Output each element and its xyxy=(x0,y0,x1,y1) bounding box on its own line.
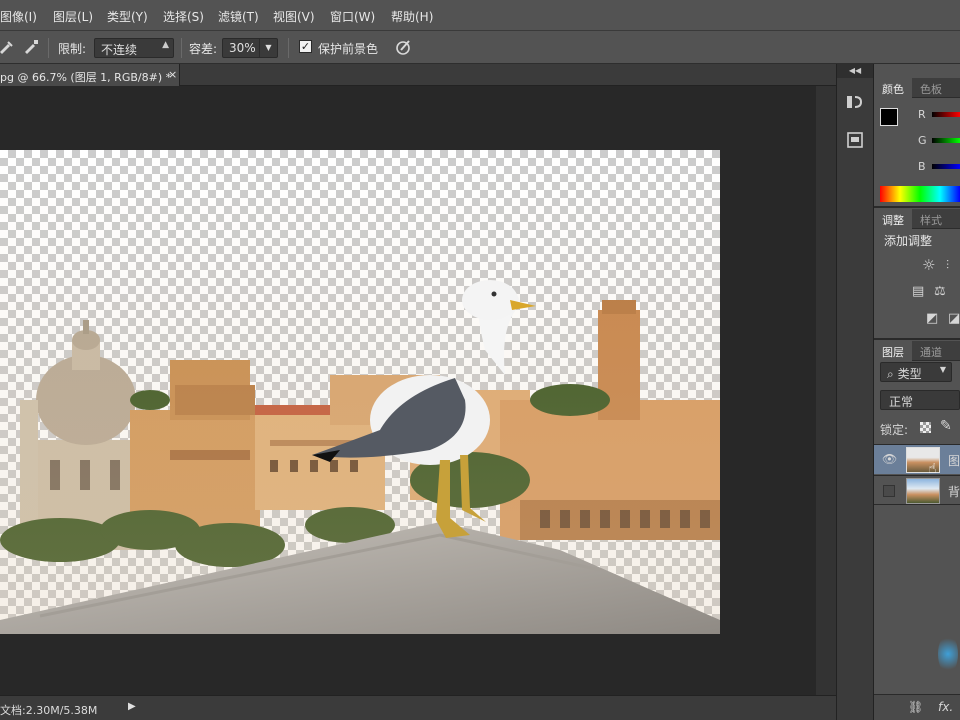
tab-channels[interactable]: 通道 xyxy=(920,344,942,360)
panel-divider xyxy=(874,338,960,340)
layers-bottom-bar: ⛓ fx. xyxy=(874,694,960,720)
properties-icon[interactable] xyxy=(845,130,865,150)
document-area: pg @ 66.7% (图层 1, RGB/8#) * × 文档:2.30M/5… xyxy=(0,64,836,720)
link-layers-icon[interactable]: ⛓ xyxy=(908,700,923,714)
add-adjustment-title: 添加调整 xyxy=(884,234,933,248)
image-canvas[interactable] xyxy=(0,150,720,634)
options-bar: 限制: 不连续 ▲ 容差: 30% ▼ ✓ 保护前景色 xyxy=(0,31,960,64)
layer-filter-value: 类型 xyxy=(897,367,922,381)
photo-filter-icon[interactable]: ◩ xyxy=(926,311,938,326)
vertical-scrollbar[interactable] xyxy=(816,86,836,695)
protect-foreground-checkbox[interactable]: ✓ xyxy=(299,40,312,53)
protect-foreground-label: 保护前景色 xyxy=(318,42,379,56)
menu-view[interactable]: 视图(V) xyxy=(273,8,315,25)
layer-name[interactable]: 图 xyxy=(948,452,960,469)
color-spectrum-ramp[interactable] xyxy=(880,186,960,202)
menu-type[interactable]: 类型(Y) xyxy=(107,8,148,25)
layers-panel-tabs: 图层 通道 xyxy=(874,341,960,361)
sampling-continuous-icon[interactable] xyxy=(0,37,16,57)
layer-row[interactable]: 背 xyxy=(874,475,960,505)
close-icon[interactable]: × xyxy=(168,68,177,81)
slider-b[interactable] xyxy=(932,164,960,169)
tab-swatches[interactable]: 色板 xyxy=(920,81,942,97)
channel-b-label: B xyxy=(918,160,926,173)
layer-thumbnail xyxy=(906,478,940,504)
gradient-map-icon[interactable]: ◪ xyxy=(948,311,960,326)
tab-adjustments[interactable]: 调整 xyxy=(882,212,904,228)
slider-r[interactable] xyxy=(932,112,960,117)
search-icon: ⌕ xyxy=(887,367,894,381)
lock-transparency-icon[interactable] xyxy=(920,422,931,433)
fx-button[interactable]: fx. xyxy=(938,700,953,714)
eye-icon[interactable]: 👁 xyxy=(882,452,897,466)
limit-value: 不连续 xyxy=(101,43,138,57)
menu-window[interactable]: 窗口(W) xyxy=(330,8,375,25)
document-tab-bar: pg @ 66.7% (图层 1, RGB/8#) * × xyxy=(0,64,836,86)
layer-filter-dropdown[interactable]: ⌕ 类型 ▼ xyxy=(880,362,952,382)
hue-saturation-icon[interactable]: ▤ xyxy=(912,284,924,299)
tolerance-value: 30% xyxy=(229,41,256,55)
channel-r-label: R xyxy=(918,108,926,121)
adjust-panel-tabs: 调整 样式 xyxy=(874,209,960,229)
document-size-status: 文档:2.30M/5.38M xyxy=(0,704,98,717)
channel-g-label: G xyxy=(918,134,927,147)
photo-illustration xyxy=(0,150,720,634)
tab-color[interactable]: 颜色 xyxy=(882,81,904,97)
toolbar-separator xyxy=(181,38,182,58)
status-bar: 文档:2.30M/5.38M ▶ xyxy=(0,695,836,720)
sampling-once-icon[interactable] xyxy=(21,37,41,57)
tablet-pressure-icon[interactable] xyxy=(394,37,414,57)
tab-layers[interactable]: 图层 xyxy=(882,344,904,360)
document-tab-title: pg @ 66.7% (图层 1, RGB/8#) * xyxy=(0,71,172,84)
brightness-icon[interactable]: ☼ xyxy=(922,256,935,274)
menu-select[interactable]: 选择(S) xyxy=(163,8,204,25)
document-tab[interactable]: pg @ 66.7% (图层 1, RGB/8#) * × xyxy=(0,64,180,86)
toolbar-separator xyxy=(48,38,49,58)
toolbar-separator xyxy=(288,38,289,58)
panel-dock: ◀◀ xyxy=(836,64,874,720)
chevron-down-icon[interactable]: ▼ xyxy=(259,39,277,57)
right-panels: 颜色 色板 R G B 调整 样式 添加调整 ☼ ⫶ ▤ ⚖ ◩ ◪ 图层 通道… xyxy=(874,64,960,720)
menu-filter[interactable]: 滤镜(T) xyxy=(218,8,259,25)
history-icon[interactable] xyxy=(845,92,865,112)
foreground-color-swatch[interactable] xyxy=(880,108,898,126)
menu-image[interactable]: 图像(I) xyxy=(0,8,37,25)
layer-name[interactable]: 背 xyxy=(948,483,960,500)
levels-icon[interactable]: ⫶ xyxy=(946,258,949,273)
blend-mode-dropdown[interactable]: 正常 xyxy=(880,390,960,410)
chevron-down-icon: ▼ xyxy=(939,365,946,374)
blend-mode-value: 正常 xyxy=(889,395,914,409)
menu-layer[interactable]: 图层(L) xyxy=(53,8,93,25)
menu-help[interactable]: 帮助(H) xyxy=(391,8,433,25)
visibility-toggle[interactable] xyxy=(883,485,895,497)
lock-label: 锁定: xyxy=(880,423,909,437)
slider-g[interactable] xyxy=(932,138,960,143)
color-panel-tabs: 颜色 色板 xyxy=(874,78,960,98)
dropdown-arrows-icon: ▲ xyxy=(162,40,169,50)
collapse-panels-icon[interactable]: ◀◀ xyxy=(837,64,873,78)
tab-styles[interactable]: 样式 xyxy=(920,212,942,228)
lock-pixels-icon[interactable]: ✎ xyxy=(940,418,952,434)
watermark-logo xyxy=(938,634,958,674)
tolerance-label: 容差: xyxy=(189,42,218,56)
tolerance-input[interactable]: 30% ▼ xyxy=(222,38,278,58)
play-arrow-icon[interactable]: ▶ xyxy=(128,701,136,712)
limit-label: 限制: xyxy=(58,42,87,56)
panel-divider xyxy=(874,206,960,208)
color-balance-icon[interactable]: ⚖ xyxy=(934,284,946,299)
menu-bar: 图像(I) 图层(L) 类型(Y) 选择(S) 滤镜(T) 视图(V) 窗口(W… xyxy=(0,0,960,31)
limit-dropdown[interactable]: 不连续 ▲ xyxy=(94,38,174,58)
layer-row[interactable]: 👁 图 ☝ xyxy=(874,444,960,477)
